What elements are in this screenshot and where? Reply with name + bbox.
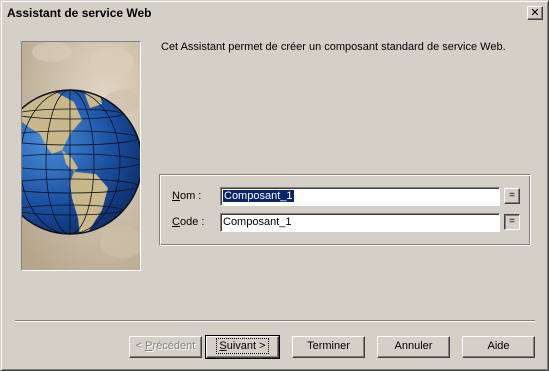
window-title: Assistant de service Web — [7, 6, 152, 20]
globe-icon — [22, 42, 140, 270]
fields-group: Nom : Composant_1 = Code : Composant_1 = — [159, 174, 531, 246]
wizard-image — [21, 41, 141, 271]
code-field-value: Composant_1 — [223, 216, 292, 228]
next-button[interactable]: Suivant > — [205, 335, 280, 359]
previous-button[interactable]: < Précédent — [129, 336, 202, 358]
wizard-dialog: Assistant de service Web ✕ Cet Assistant… — [0, 0, 549, 371]
code-equal-button[interactable]: = — [504, 214, 520, 230]
code-field[interactable]: Composant_1 — [220, 213, 500, 232]
name-label: Nom : — [172, 190, 202, 202]
cancel-button[interactable]: Annuler — [377, 336, 450, 358]
intro-text: Cet Assistant permet de créer un composa… — [161, 41, 506, 53]
title-bar: Assistant de service Web ✕ — [4, 4, 545, 22]
name-field-value: Composant_1 — [223, 190, 294, 202]
help-button[interactable]: Aide — [462, 336, 535, 358]
name-equal-button[interactable]: = — [504, 188, 520, 204]
name-field[interactable]: Composant_1 — [220, 187, 500, 206]
close-button[interactable]: ✕ — [527, 6, 543, 20]
finish-button[interactable]: Terminer — [292, 336, 365, 358]
separator — [15, 320, 535, 322]
code-label: Code : — [172, 216, 205, 228]
close-icon: ✕ — [530, 6, 540, 19]
